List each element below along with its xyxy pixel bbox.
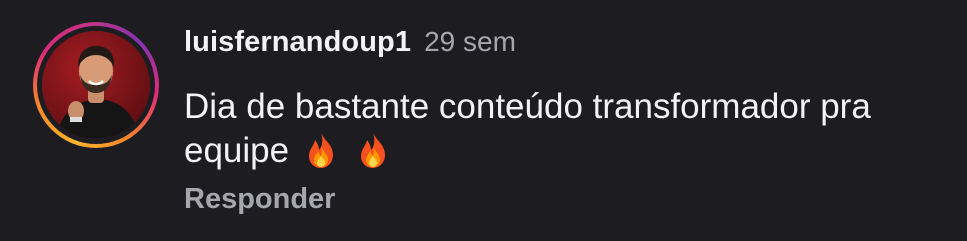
username-link[interactable]: luisfernandoup1 [184,26,411,59]
avatar-ring-gap [37,26,155,144]
timestamp[interactable]: 29 sem [424,26,516,58]
comment-header: luisfernandoup1 29 sem [184,26,516,66]
comment-body: Dia de bastante conteúdo transformador p… [184,87,871,170]
fire-emoji-icon [353,130,393,170]
avatar[interactable] [42,31,150,139]
avatar-story-ring[interactable] [33,22,159,148]
comment: luisfernandoup1 29 sem Dia de bastante c… [0,0,967,241]
avatar-photo [42,31,150,139]
fire-emoji-icon [301,130,341,170]
comment-text: Dia de bastante conteúdo transformador p… [184,85,944,173]
reply-button[interactable]: Responder [184,183,335,216]
